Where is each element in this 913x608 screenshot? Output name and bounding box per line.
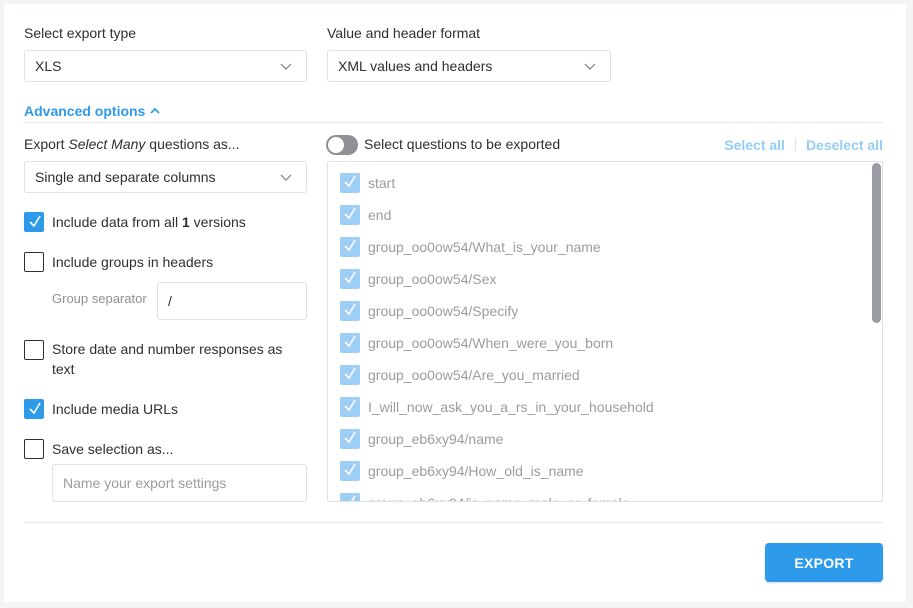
question-label: group_eb6xy94/name xyxy=(368,431,504,447)
include-versions-checkbox[interactable] xyxy=(24,212,44,232)
footer-divider xyxy=(24,522,883,523)
question-item[interactable]: group_eb6xy94/How_old_is_name xyxy=(340,461,584,481)
include-versions-suffix: versions xyxy=(189,214,246,230)
advanced-options-label: Advanced options xyxy=(24,103,146,119)
deselect-all-link[interactable]: Deselect all xyxy=(806,137,883,153)
question-checkbox[interactable] xyxy=(340,397,360,417)
question-item[interactable]: group_oo0ow54/Are_you_married xyxy=(340,365,580,385)
question-checkbox[interactable] xyxy=(340,173,360,193)
question-label: group_oo0ow54/What_is_your_name xyxy=(368,239,601,255)
question-item[interactable]: I_will_now_ask_you_a_rs_in_your_househol… xyxy=(340,397,654,417)
group-separator-input[interactable] xyxy=(157,282,307,320)
check-icon xyxy=(344,175,356,188)
select-many-value: Single and separate columns xyxy=(35,169,216,185)
question-label: group_eb6xy94/is_name_male_or_female xyxy=(368,495,630,501)
select-many-label-prefix: Export xyxy=(24,136,69,152)
value-format-value: XML values and headers xyxy=(338,58,493,74)
select-questions-label: Select questions to be exported xyxy=(364,136,561,152)
question-checkbox[interactable] xyxy=(340,493,360,501)
question-label: group_eb6xy94/How_old_is_name xyxy=(368,463,584,479)
select-many-label-em: Select Many xyxy=(68,136,146,152)
chevron-down-icon xyxy=(280,63,292,70)
include-groups-label: Include groups in headers xyxy=(52,254,214,270)
question-checkbox[interactable] xyxy=(340,461,360,481)
question-checkbox[interactable] xyxy=(340,237,360,257)
link-separator xyxy=(794,138,796,152)
check-icon xyxy=(344,271,356,284)
select-many-select[interactable]: Single and separate columns xyxy=(24,161,307,193)
question-checkbox[interactable] xyxy=(340,429,360,449)
check-icon xyxy=(344,431,356,444)
question-item[interactable]: group_oo0ow54/Specify xyxy=(340,301,518,321)
export-type-label: Select export type xyxy=(24,25,137,41)
include-versions-prefix: Include data from all xyxy=(52,214,182,230)
check-icon xyxy=(29,215,41,228)
save-selection-label: Save selection as... xyxy=(52,441,174,457)
select-questions-toggle[interactable] xyxy=(326,135,358,155)
question-checkbox[interactable] xyxy=(340,205,360,225)
store-as-text-label: Store date and number responses as text xyxy=(52,341,283,377)
check-icon xyxy=(344,207,356,220)
export-name-input[interactable] xyxy=(52,464,307,502)
questions-list[interactable]: start end group_oo0ow54/What_is_your_nameg… xyxy=(327,161,883,502)
value-format-select[interactable]: XML values and headers xyxy=(327,50,611,82)
check-icon xyxy=(29,402,41,415)
question-checkbox[interactable] xyxy=(340,269,360,289)
question-item[interactable]: group_oo0ow54/When_were_you_born xyxy=(340,333,613,353)
value-format-label: Value and header format xyxy=(327,25,481,41)
group-separator-label: Group separator xyxy=(52,291,147,306)
advanced-options-toggle[interactable]: Advanced options xyxy=(24,103,160,119)
export-settings-panel: Select export type XLS Value and header … xyxy=(4,4,906,602)
question-label: start xyxy=(368,175,396,191)
chevron-down-icon xyxy=(280,174,292,181)
question-checkbox[interactable] xyxy=(340,365,360,385)
export-button[interactable]: EXPORT xyxy=(765,543,883,582)
question-item[interactable]: group_oo0ow54/Sex xyxy=(340,269,496,289)
question-label: I_will_now_ask_you_a_rs_in_your_househol… xyxy=(368,399,654,415)
include-versions-label: Include data from all 1 versions xyxy=(52,212,246,232)
question-label: group_oo0ow54/Specify xyxy=(368,303,519,319)
check-icon xyxy=(351,495,356,501)
question-checkbox[interactable] xyxy=(340,301,360,321)
include-media-checkbox[interactable] xyxy=(24,399,44,419)
versions-count: 1 xyxy=(181,214,190,230)
include-groups-checkbox[interactable] xyxy=(24,252,44,272)
question-item[interactable]: group_eb6xy94/name xyxy=(340,429,503,449)
select-many-label: Export Select Many questions as... xyxy=(24,136,240,152)
question-label: group_oo0ow54/Sex xyxy=(368,271,497,287)
check-icon xyxy=(344,367,356,380)
check-icon xyxy=(344,303,356,316)
questions-scrollbar[interactable] xyxy=(872,163,881,323)
toggle-knob xyxy=(328,137,344,153)
question-checkbox[interactable] xyxy=(340,333,360,353)
select-all-link[interactable]: Select all xyxy=(724,137,785,153)
divider xyxy=(24,122,883,123)
check-icon xyxy=(344,239,356,252)
select-many-label-suffix: questions as... xyxy=(145,136,240,152)
export-type-value: XLS xyxy=(35,58,62,74)
export-type-select[interactable]: XLS xyxy=(24,50,307,82)
question-item[interactable]: end xyxy=(340,205,391,225)
chevron-up-icon xyxy=(150,107,160,114)
question-label: group_oo0ow54/When_were_you_born xyxy=(368,335,614,351)
check-icon xyxy=(344,335,356,348)
store-as-text-checkbox[interactable] xyxy=(24,340,44,360)
question-item[interactable]: start xyxy=(340,173,395,193)
chevron-down-icon xyxy=(584,63,596,70)
check-icon xyxy=(344,463,356,476)
select-links: Select all Deselect all xyxy=(724,137,883,153)
include-media-label: Include media URLs xyxy=(52,401,179,417)
question-label: end xyxy=(368,207,392,223)
question-label: group_oo0ow54/Are_you_married xyxy=(368,367,580,383)
check-icon xyxy=(344,399,356,412)
save-selection-checkbox[interactable] xyxy=(24,439,44,459)
question-item[interactable]: group_eb6xy94/is_name_male_or_female xyxy=(340,493,630,501)
question-item[interactable]: group_oo0ow54/What_is_your_name xyxy=(340,237,601,257)
